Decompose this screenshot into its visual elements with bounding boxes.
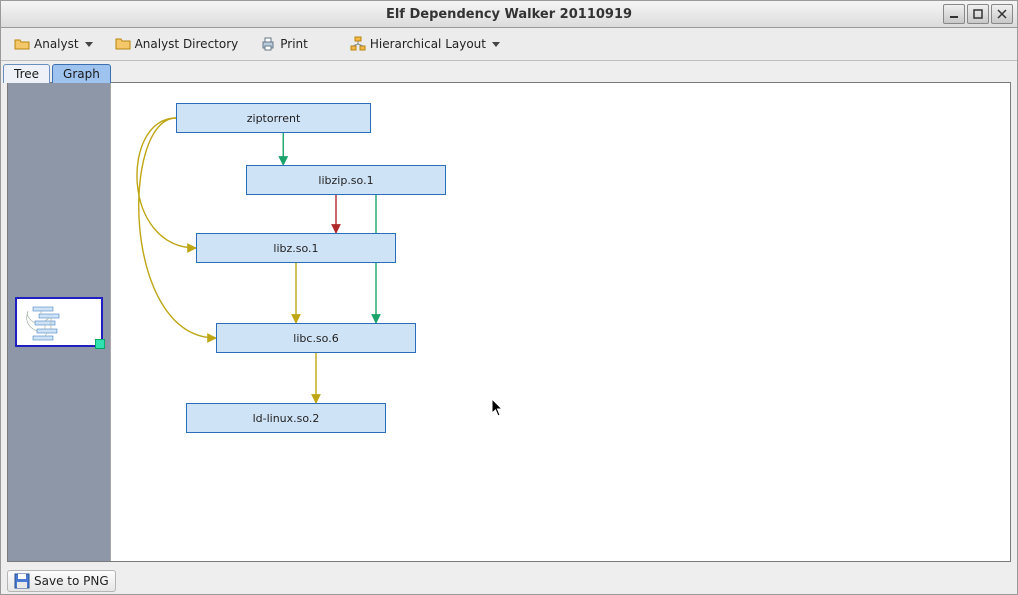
content-area: ziptorrent libzip.so.1 libz.so.1 libc.so.6 l… — [7, 82, 1011, 562]
overview-resize-handle[interactable] — [95, 339, 105, 349]
graph-edge — [137, 118, 196, 248]
graph-node[interactable]: ld-linux.so.2 — [186, 403, 386, 433]
chevron-down-icon — [85, 42, 93, 47]
tab-graph-label: Graph — [63, 67, 100, 81]
graph-node[interactable]: libz.so.1 — [196, 233, 396, 263]
graph-edge — [139, 118, 216, 338]
save-icon — [14, 573, 30, 589]
folder-open-icon — [14, 36, 30, 52]
save-to-png-label: Save to PNG — [34, 574, 109, 588]
bottom-bar: Save to PNG — [1, 568, 1017, 594]
layout-icon — [350, 36, 366, 52]
graph-edges — [111, 83, 1010, 561]
maximize-button[interactable] — [967, 4, 989, 24]
graph-canvas[interactable]: ziptorrent libzip.so.1 libz.so.1 libc.so.6 l… — [110, 83, 1010, 561]
tab-graph[interactable]: Graph — [52, 64, 111, 83]
window-buttons — [943, 4, 1013, 24]
app-window: Elf Dependency Walker 20110919 Analyst A… — [0, 0, 1018, 595]
overview-thumbnail[interactable] — [15, 297, 103, 347]
toolbar: Analyst Analyst Directory Print Hierarch… — [1, 28, 1017, 61]
graph-node[interactable]: ziptorrent — [176, 103, 371, 133]
overview-mini-icon — [23, 305, 83, 341]
print-icon — [260, 36, 276, 52]
save-to-png-button[interactable]: Save to PNG — [7, 570, 116, 592]
titlebar: Elf Dependency Walker 20110919 — [1, 1, 1017, 28]
chevron-down-icon — [492, 42, 500, 47]
analyst-directory-button[interactable]: Analyst Directory — [108, 32, 246, 56]
tab-tree-label: Tree — [14, 67, 39, 81]
graph-node[interactable]: libzip.so.1 — [246, 165, 446, 195]
analyst-label: Analyst — [34, 37, 79, 51]
window-title: Elf Dependency Walker 20110919 — [1, 7, 1017, 22]
tab-tree[interactable]: Tree — [3, 64, 50, 83]
minimize-button[interactable] — [943, 4, 965, 24]
tab-bar: Tree Graph — [1, 60, 1017, 82]
close-button[interactable] — [991, 4, 1013, 24]
analyst-directory-label: Analyst Directory — [135, 37, 239, 51]
print-button[interactable]: Print — [253, 32, 315, 56]
analyst-menu[interactable]: Analyst — [7, 32, 100, 56]
layout-menu[interactable]: Hierarchical Layout — [343, 32, 507, 56]
print-label: Print — [280, 37, 308, 51]
overview-panel — [8, 83, 110, 561]
graph-node[interactable]: libc.so.6 — [216, 323, 416, 353]
layout-label: Hierarchical Layout — [370, 37, 486, 51]
folder-icon — [115, 36, 131, 52]
